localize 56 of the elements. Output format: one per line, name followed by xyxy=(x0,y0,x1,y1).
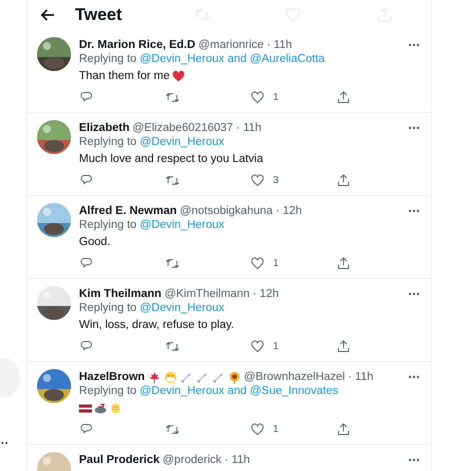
user-handle[interactable]: @notsobigkahuna xyxy=(180,205,273,217)
timestamp[interactable]: · 11h xyxy=(266,39,292,51)
more-icon[interactable] xyxy=(1,441,9,445)
like-icon[interactable] xyxy=(250,173,265,188)
retweet-icon[interactable] xyxy=(164,256,180,271)
user-handle[interactable]: @KimTheilmann xyxy=(164,288,250,300)
share-icon[interactable] xyxy=(336,256,350,271)
like-count: 1 xyxy=(273,258,279,269)
user-handle[interactable]: @BrownhazelHazel xyxy=(244,371,345,383)
flag-icon xyxy=(79,402,92,414)
replying-label: Replying to xyxy=(79,53,137,65)
user-name[interactable]: Dr. Marion Rice, Ed.D xyxy=(79,39,196,51)
user-handle[interactable]: @marionrice xyxy=(198,39,264,51)
retweet-icon[interactable] xyxy=(164,173,180,188)
user-name[interactable]: Alfred E. Newman xyxy=(79,205,177,217)
like-count: 1 xyxy=(273,341,279,352)
tweet-text: Win, loss, draw, refuse to play. xyxy=(79,319,234,331)
maple-leaf-icon xyxy=(148,370,161,384)
like-icon[interactable] xyxy=(250,422,265,437)
replying-label: Replying to xyxy=(79,385,137,397)
timestamp[interactable]: · 11h xyxy=(224,454,250,466)
replying-label: Replying to xyxy=(79,219,137,231)
page-title: Tweet xyxy=(75,5,122,25)
replying-label: Replying to xyxy=(79,302,137,314)
mask-face-icon xyxy=(164,370,177,384)
timestamp[interactable]: · 11h xyxy=(348,371,374,383)
retweet-icon[interactable] xyxy=(164,339,180,354)
user-handle[interactable]: @proderick xyxy=(162,454,222,466)
share-icon[interactable] xyxy=(336,422,350,437)
like-count: 3 xyxy=(273,175,279,186)
like-icon[interactable] xyxy=(250,339,265,354)
user-name[interactable]: Elizabeth xyxy=(79,122,130,134)
timestamp[interactable]: · 12h xyxy=(252,288,279,300)
like-count: 1 xyxy=(273,424,279,435)
tweet-text: Good. xyxy=(79,236,110,248)
replying-label: Replying to xyxy=(79,136,137,148)
user-name[interactable]: Kim Theilmann xyxy=(79,288,162,300)
like-count: 1 xyxy=(273,92,279,103)
timestamp[interactable]: · 11h xyxy=(236,122,262,134)
curling-stone-icon xyxy=(94,402,107,414)
sunflower-icon xyxy=(228,370,241,384)
like-icon[interactable] xyxy=(250,90,265,105)
tweet-text: Much love and respect to you Latvia xyxy=(79,153,264,165)
retweet-icon[interactable] xyxy=(164,422,180,437)
share-icon[interactable] xyxy=(336,173,350,188)
share-icon[interactable] xyxy=(336,90,350,105)
tweet-text: Than them for me xyxy=(79,70,170,82)
like-icon[interactable] xyxy=(250,256,265,271)
share-icon[interactable] xyxy=(336,339,350,354)
heart-emoji-icon xyxy=(172,70,185,82)
user-handle[interactable]: @Elizabe60216037 xyxy=(132,122,234,134)
retweet-icon[interactable] xyxy=(164,90,180,105)
fist-icon xyxy=(109,402,122,414)
user-name[interactable]: HazelBrown xyxy=(79,371,145,383)
user-name[interactable]: Paul Proderick xyxy=(79,454,160,466)
timestamp[interactable]: · 12h xyxy=(276,205,302,217)
